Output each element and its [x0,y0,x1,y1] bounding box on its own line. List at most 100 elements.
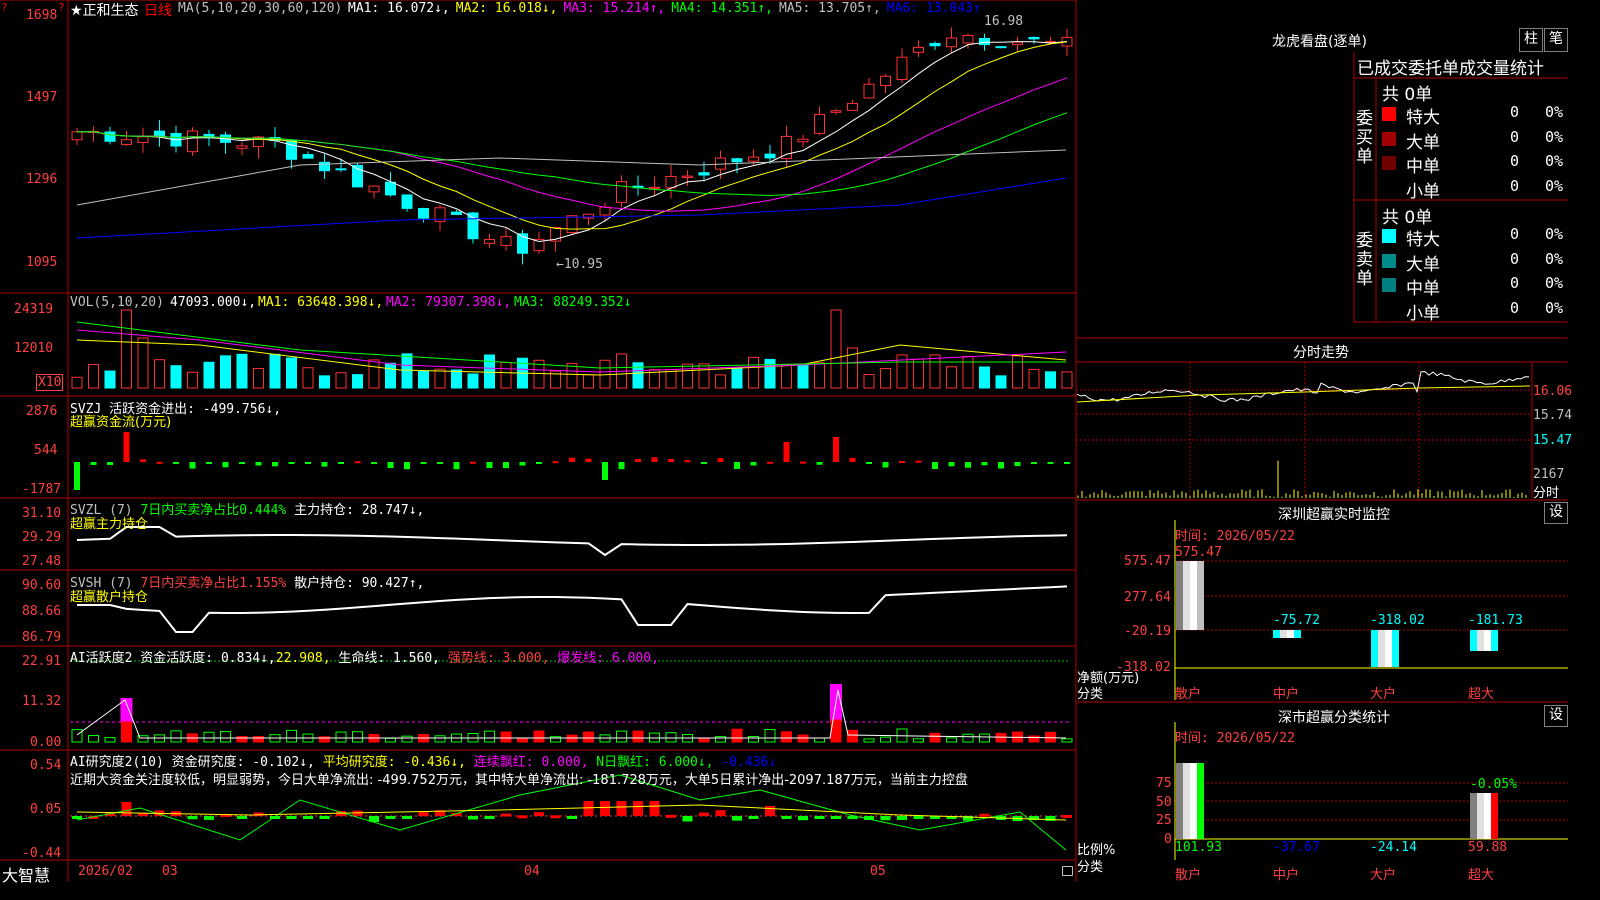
volume-bar [500,362,512,389]
monitor-bar [1491,630,1498,651]
activity-bar [88,734,99,743]
flow-bar [437,462,443,464]
research-bar [616,801,627,816]
tick-mode-button[interactable]: 笔 [1544,28,1568,52]
flow-bar [1047,462,1054,464]
candle-body [418,208,429,219]
szm-y2: 277.64 [1124,590,1171,605]
stock-title[interactable]: ★正和生态 [70,0,139,20]
activity-bar [863,738,875,743]
ma-legend-item: MA6: 13.043↑ [886,1,981,16]
lhb-row: 特大 0 0% [1380,225,1568,250]
sz-stats-title: 深市超赢分类统计 [1278,710,1390,726]
lhb-row-pct: 0% [1545,298,1564,317]
szs-top-label: -0.05% [1470,777,1517,792]
lhb-row-name: 小单 [1406,181,1440,202]
lhb-swatch [1382,156,1396,170]
monitor-bar [1470,630,1477,651]
candle-body [566,215,578,233]
svzj-y2: 544 [34,443,58,458]
ai2-y3: -0.44 [22,846,62,861]
lhb-title: 龙虎看盘(逐单) [1272,34,1367,50]
flow-bar [734,462,740,469]
activity-bar [220,731,231,743]
monitor-bar [1183,561,1190,630]
candle-body [385,181,396,196]
candle-body [121,139,132,145]
szm-cat1: 散户 [1175,687,1202,702]
volume-bar [665,369,677,389]
candle-body [616,181,627,203]
svzl-hold: 主力持仓: 28.747↓, [286,503,425,518]
ma-legend-item: MA5: 13.705↑, [779,1,881,16]
flow-bar [552,461,559,464]
ai2-y1: 0.54 [30,758,62,773]
lhb-row-pct: 0% [1545,274,1564,292]
volume-bar [797,364,809,389]
activity-bar [962,733,974,743]
flow-bar [453,462,460,470]
flow-bar [1014,462,1021,467]
monitor-bar [1294,630,1301,638]
activity-bar [121,721,132,743]
svzj-y3: -1787 [22,482,62,497]
research-bar [831,816,841,819]
lhb-tabs[interactable]: 已成交委托单成交量统计 [1357,54,1544,79]
volume-bar [814,362,825,389]
volume-bar [220,355,231,389]
monitor-bar [1190,561,1197,630]
lock-icon[interactable] [1062,866,1073,876]
flow-bar [833,437,839,462]
activity-bar [500,731,512,743]
candle-body [962,35,974,44]
lhb-row-pct: 0% [1545,249,1564,268]
volume-bar [269,353,281,389]
szs-v3: -24.14 [1370,840,1417,855]
research-bar [286,816,297,819]
bar-mode-button[interactable]: 柱 [1519,28,1543,52]
activity-bar [401,735,413,743]
fenshi-price-line [1076,371,1530,402]
period-label[interactable]: 日线 [144,0,172,20]
research-bar [303,816,313,820]
monitor-bar [1287,630,1294,638]
lhb-row-value: 0 [1510,103,1520,121]
candle-body [814,113,825,134]
main-y1: 1698 [26,8,58,23]
volume-bar [137,337,149,389]
research-bar [699,812,709,816]
lhb-row: 小单 0 0% [1380,298,1568,324]
research-bar [682,816,693,822]
monitor-bar [1371,630,1378,667]
flow-bar [866,462,872,464]
lhb-swatch [1382,278,1396,292]
activity-bar [995,732,1007,743]
flow-bar [618,462,625,470]
candle-body [401,194,413,209]
flow-bar [948,462,955,467]
szs-v2: -37.67 [1273,840,1320,855]
research-bar [897,816,907,820]
ma-legend-item: MA2: 16.018↓, [455,1,558,16]
fenshi-unit: 分时 [1533,486,1560,501]
flow-bar [684,460,691,463]
volume-bar [418,370,429,389]
flow-bar [915,460,922,463]
sz-monitor-settings-button[interactable]: 设 [1544,502,1568,524]
candle-body [302,154,314,159]
ai1-d: 强势线: 3.000, [440,651,550,666]
monitor-bar [1378,630,1385,667]
sz-stats-settings-button[interactable]: 设 [1544,705,1568,727]
activity-bar [566,734,578,743]
volume-bar [583,374,594,389]
flow-bar [965,462,971,468]
volume-bar [995,375,1007,389]
volume-bar [781,364,792,389]
flow-bar [750,462,757,466]
research-bar [72,816,82,819]
volume-bar [632,362,644,389]
lhb-swatch [1382,131,1396,146]
flow-bar [387,462,394,469]
volume-bar [401,353,413,389]
vol-ma3: MA3: 88249.352↓ [514,295,632,310]
